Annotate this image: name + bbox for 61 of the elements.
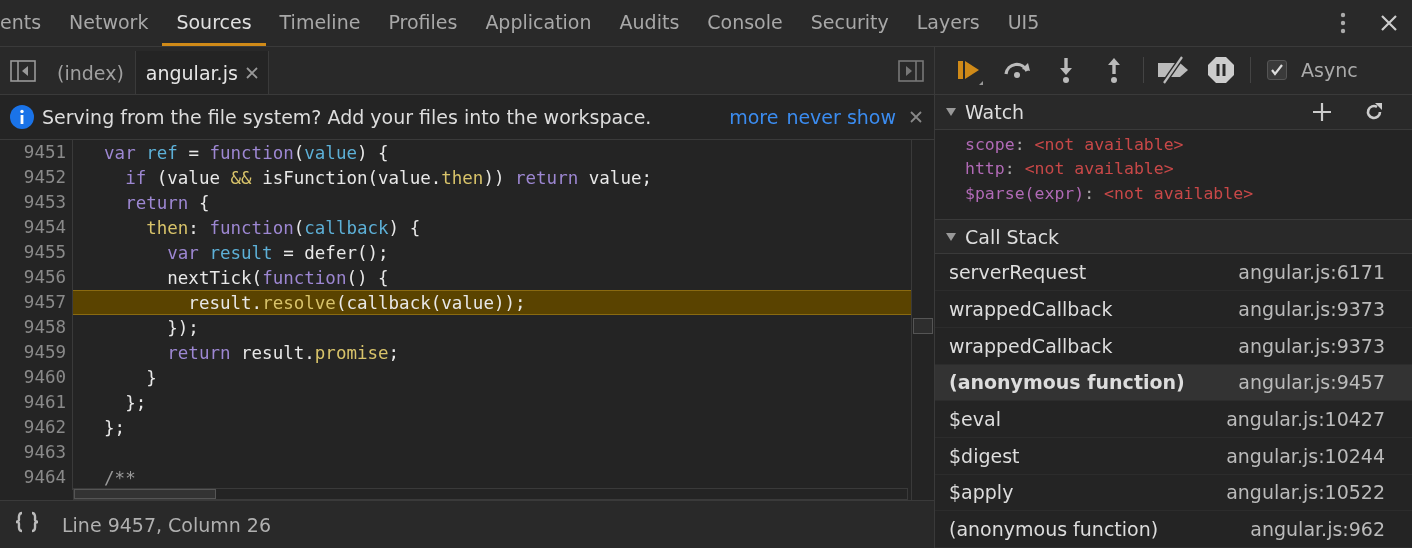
- infobar-message: Serving from the file system? Add your files into the workspace.: [42, 106, 653, 128]
- function-name: $eval: [949, 408, 1001, 431]
- panel-tab[interactable]: Security: [796, 0, 903, 46]
- async-label: Async: [1301, 59, 1358, 82]
- code-line: return result.promise;: [166, 342, 400, 363]
- horizontal-scrollbar[interactable]: [73, 488, 908, 500]
- function-name: (anonymous function): [949, 371, 1185, 394]
- close-icon[interactable]: [910, 111, 922, 123]
- file-tab[interactable]: angular.js: [134, 51, 269, 94]
- panel-tab[interactable]: Layers: [902, 0, 994, 46]
- function-name: $apply: [949, 481, 1014, 504]
- source-location: angular.js:10427: [1226, 408, 1385, 431]
- panel-tab[interactable]: Profiles: [374, 0, 472, 46]
- function-name: wrappedCallback: [949, 334, 1113, 357]
- call-stack-frame[interactable]: (anonymous function) angular.js:9457: [935, 364, 1412, 402]
- source-location: angular.js:10244: [1226, 444, 1385, 467]
- cursor-position: Line 9457, Column 26: [62, 513, 272, 536]
- expanded-arrow-icon[interactable]: [945, 105, 957, 118]
- source-location: angular.js:9457: [1238, 371, 1385, 394]
- source-location: angular.js:9373: [1238, 298, 1385, 320]
- code-line: return {: [124, 192, 210, 213]
- code-line: result.resolve(callback(value));: [187, 292, 526, 313]
- function-name: (anonymous function): [949, 518, 1159, 541]
- panel-tab[interactable]: Timeline: [265, 0, 375, 46]
- refresh-icon[interactable]: [1364, 101, 1384, 122]
- async-checkbox[interactable]: [1267, 60, 1287, 81]
- panel-tab[interactable]: ents: [0, 0, 56, 46]
- info-icon: [10, 105, 34, 129]
- source-location: angular.js:6171: [1238, 261, 1385, 284]
- watch-expression: http: <not available>: [965, 159, 1175, 181]
- code-line: nextTick(function() {: [166, 267, 389, 288]
- source-location: angular.js:10522: [1226, 481, 1385, 504]
- expanded-arrow-icon[interactable]: [945, 230, 957, 243]
- line-number: 9457: [0, 290, 73, 315]
- source-location: angular.js:962: [1250, 518, 1385, 541]
- code-line: };: [103, 417, 126, 438]
- infobar-link[interactable]: more: [729, 106, 779, 128]
- add-icon[interactable]: [1312, 101, 1332, 122]
- code-line: then: function(callback) {: [145, 217, 421, 238]
- function-name: serverRequest: [949, 261, 1087, 284]
- code-line: });: [166, 317, 199, 338]
- infobar-link[interactable]: never show: [786, 106, 896, 128]
- panel-tab[interactable]: Network: [55, 0, 163, 46]
- close-icon[interactable]: [245, 66, 258, 79]
- file-tab[interactable]: (index): [46, 51, 135, 94]
- watch-expression: $parse(expr): <not available>: [965, 183, 1255, 205]
- code-line: };: [124, 392, 147, 413]
- function-name: $digest: [949, 444, 1020, 467]
- vertical-scrollbar[interactable]: [911, 140, 934, 500]
- code-line: var ref = function(value) {: [103, 142, 389, 163]
- panel-tab[interactable]: Console: [693, 0, 797, 46]
- function-name: wrappedCallback: [949, 298, 1113, 320]
- code-line: if (value && isFunction(value.then)) return value;: [124, 167, 652, 188]
- code-line: var result = defer();: [166, 242, 389, 263]
- watch-expression: scope: <not available>: [965, 134, 1185, 156]
- source-location: angular.js:9373: [1238, 334, 1385, 357]
- panel-tab[interactable]: Audits: [605, 0, 694, 46]
- code-line: }: [145, 367, 157, 388]
- code-line: /**: [103, 467, 136, 488]
- panel-tab[interactable]: Application: [471, 0, 606, 46]
- panel-tab[interactable]: UI5: [993, 0, 1054, 46]
